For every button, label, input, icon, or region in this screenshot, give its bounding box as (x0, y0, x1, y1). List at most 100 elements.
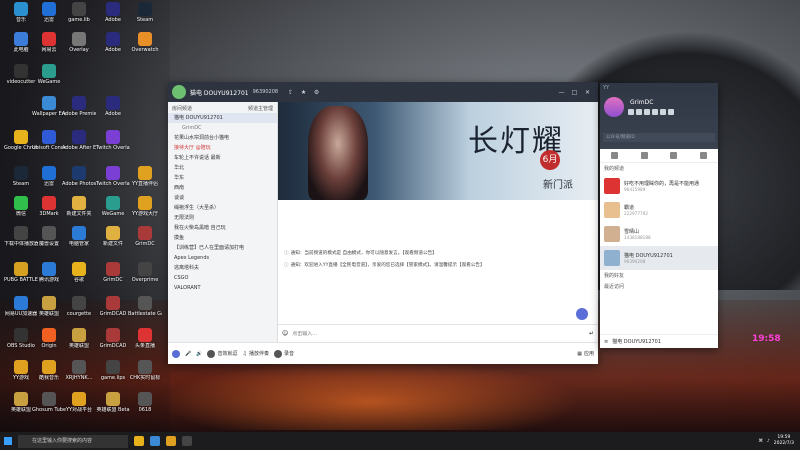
yy-taskbar-icon[interactable] (166, 436, 176, 446)
desktop-icon[interactable]: 英雄联盟 (62, 328, 96, 349)
start-button[interactable] (0, 432, 16, 450)
user-avatar-icon[interactable] (172, 349, 180, 358)
channel-item[interactable]: 西南 (168, 183, 277, 193)
friend-item[interactable]: 雪晴山 1438188188 (600, 222, 718, 246)
channel-item[interactable]: 车轮上不许说话 最新 (168, 153, 277, 163)
channel-item[interactable]: 无限法则 (168, 213, 277, 223)
settings-icon[interactable]: ⚙ (312, 88, 321, 97)
desktop-icon[interactable]: GrimDC (128, 226, 162, 247)
desktop-icon[interactable]: XRJHYNK... (62, 360, 96, 381)
user-avatar[interactable] (604, 97, 624, 117)
taskbar-search[interactable]: 在这里输入你要搜索的内容 (18, 434, 128, 448)
explorer-taskbar-icon[interactable] (150, 436, 160, 446)
desktop-icon[interactable]: 英雄联盟 (32, 296, 66, 317)
desktop-icon[interactable]: GrimDC (96, 262, 130, 283)
desktop-icon[interactable]: 网易云 (32, 32, 66, 53)
desktop-icon[interactable]: 魔兽设置 (32, 226, 66, 247)
desktop-icon[interactable]: Origin (32, 328, 66, 349)
desktop-icon[interactable]: courgette (62, 296, 96, 317)
system-tray[interactable]: ⌘ ♪ 19:59 2022/7/3 (758, 435, 800, 447)
obs-taskbar-icon[interactable] (182, 436, 192, 446)
desktop-icon[interactable]: Battlestate Games L... (128, 296, 162, 317)
maximize-icon[interactable]: □ (570, 88, 579, 97)
channel-item[interactable]: GrimDC (168, 123, 277, 133)
desktop-icon[interactable]: 迅雷 (32, 166, 66, 187)
desktop-icon[interactable]: 英雄联盟 Beta (96, 392, 130, 413)
channel-item[interactable]: 接待大厅 @陪玩 (168, 143, 277, 153)
desktop-icon[interactable]: Ubisoft Connect (32, 130, 66, 151)
desktop-icon[interactable]: GrimDCAD (96, 296, 130, 317)
desktop-icon[interactable]: Adobe (96, 32, 130, 53)
accompaniment-button[interactable]: ♫ 播放伴奏 (242, 350, 269, 358)
channel-item[interactable]: 逃离塔科夫 (168, 263, 277, 273)
desktop-icon[interactable]: Adobe Photosh... (62, 166, 96, 187)
minimize-icon[interactable]: — (557, 88, 566, 97)
friend-item[interactable]: 霸道 222977792 (600, 198, 718, 222)
desktop-icon[interactable]: game.lib (62, 2, 96, 23)
desktop-icon[interactable]: Twitch Overlay (96, 166, 130, 187)
chrome-taskbar-icon[interactable] (134, 436, 144, 446)
desktop-icon[interactable]: Overprime (128, 262, 162, 283)
desktop-icon[interactable]: 谷歌 (62, 262, 96, 283)
room-avatar[interactable] (172, 85, 186, 99)
desktop-icon[interactable]: Adobe Premie... (62, 96, 96, 117)
panel-search-input[interactable]: 公众号/频道ID (603, 133, 715, 142)
desktop-icon[interactable]: 电脑管家 (62, 226, 96, 247)
share-icon[interactable]: ⇪ (286, 88, 295, 97)
record-button[interactable]: 录音 (273, 349, 294, 358)
group-my-channels[interactable]: 我的频道 (600, 163, 718, 174)
desktop-icon[interactable]: YY对战平台 (62, 392, 96, 413)
desktop-icon[interactable]: CHK实时鼠标 (128, 360, 162, 381)
desktop-icon[interactable]: YY游戏大厅 (128, 196, 162, 217)
channel-item[interactable]: 猫电 DOUYU912701 (168, 113, 277, 123)
home-tab-icon[interactable] (611, 152, 619, 159)
star-icon[interactable]: ★ (299, 88, 308, 97)
channel-item[interactable]: 华东 (168, 173, 277, 183)
channel-item[interactable]: 花果山水帘洞前台小猫电 (168, 133, 277, 143)
desktop-icon[interactable]: 新建文件夹 (62, 196, 96, 217)
desktop-icon[interactable]: YY直播伴侣 (128, 166, 162, 187)
desktop-icon[interactable]: WeGame (96, 196, 130, 217)
desktop-icon[interactable]: 头条直播 (128, 328, 162, 349)
channel-item[interactable]: 绳袍浮生（大圣杀） (168, 203, 277, 213)
desktop-icon[interactable]: Adobe (96, 2, 130, 23)
send-icon[interactable]: ↵ (589, 330, 594, 337)
close-icon[interactable]: ✕ (583, 88, 592, 97)
desktop-icon[interactable]: Twitch Overlay (96, 130, 130, 151)
assistant-icon[interactable] (576, 308, 588, 320)
channel-item[interactable]: Apex Legends (168, 253, 277, 263)
event-banner[interactable]: 长灯耀 6月 新门派 (278, 102, 598, 200)
mic-icon[interactable]: 🎤 (185, 351, 191, 357)
desktop-icon[interactable]: Wallpaper Engine (32, 96, 66, 117)
desktop-icon[interactable]: 腾讯游戏 (32, 262, 66, 283)
desktop-icon[interactable]: game.lips (96, 360, 130, 381)
status-icons[interactable] (628, 109, 674, 115)
apps-button[interactable]: ▦ 应用 (577, 350, 594, 358)
desktop-icon[interactable]: Overlay (62, 32, 96, 53)
taskbar-clock[interactable]: 19:59 2022/7/3 (774, 435, 794, 447)
volume-icon[interactable]: ♪ (767, 439, 770, 444)
desktop-icon[interactable]: 酷我音乐 (32, 360, 66, 381)
group-recent[interactable]: 最近访问 (600, 281, 718, 292)
contacts-tab-icon[interactable] (640, 152, 648, 159)
desktop-icon[interactable]: Ghosum TubeGet (32, 392, 66, 413)
channel-manage-link[interactable]: 频道主管理 (248, 105, 273, 112)
desktop-icon[interactable]: Steam (128, 2, 162, 23)
channel-item[interactable]: 【训练营】已人在里面请加打电 (168, 243, 277, 253)
friend-item[interactable]: 好吃不用理睬你的，再是不能用通 96415989 (600, 174, 718, 198)
desktop-icon[interactable]: WeGame (32, 64, 66, 85)
window-titlebar[interactable]: 猫电 DOUYU912701 96390208 ⇪ ★ ⚙ — □ ✕ (168, 82, 598, 102)
group-my-friends[interactable]: 我的好友 (600, 270, 718, 281)
desktop-icon[interactable]: 3DMark (32, 196, 66, 217)
channel-item[interactable]: 摸鱼 (168, 233, 277, 243)
sound-effects-button[interactable]: 音效就逗 (207, 349, 237, 358)
speaker-icon[interactable]: 🔊 (196, 351, 202, 357)
channel-item[interactable]: CSGO (168, 273, 277, 283)
desktop-icon[interactable]: 0618 (128, 392, 162, 413)
network-icon[interactable]: ⌘ (758, 439, 763, 444)
menu-icon[interactable]: ≡ (604, 339, 608, 345)
chat-tab-icon[interactable] (699, 152, 707, 159)
channel-item[interactable]: VALORANT (168, 283, 277, 293)
groups-tab-icon[interactable] (670, 152, 678, 159)
friend-item[interactable]: 猫电 DOUYU912701 96390208 (600, 246, 718, 270)
